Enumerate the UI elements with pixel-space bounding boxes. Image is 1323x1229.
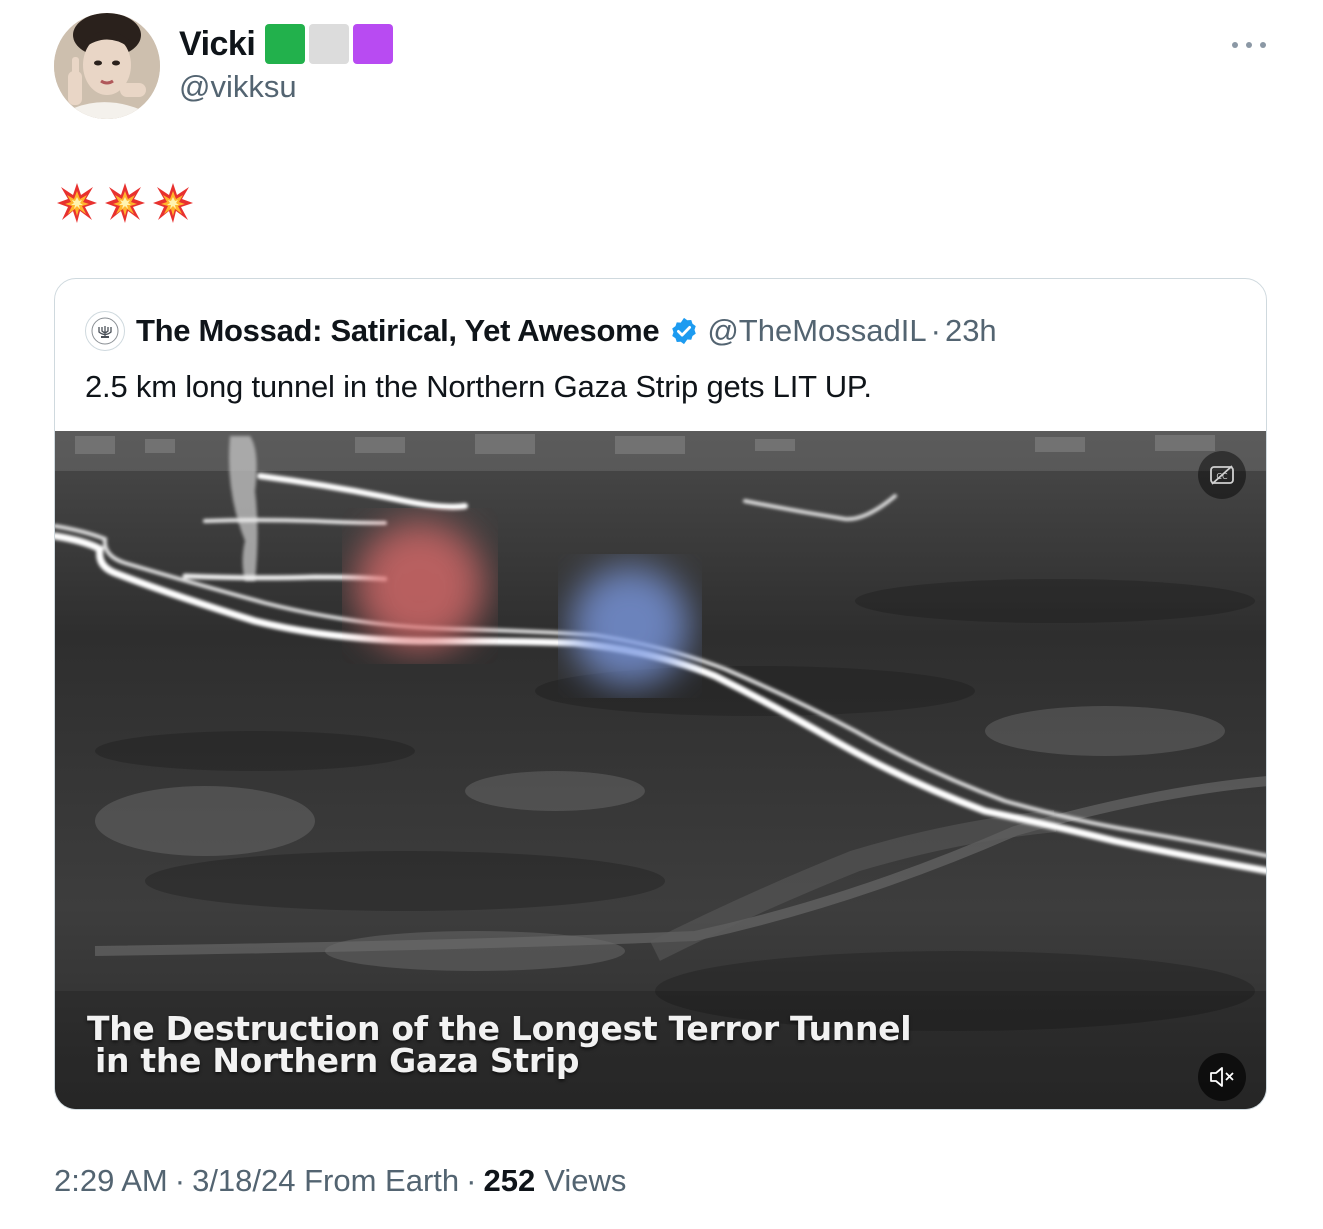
tweet-date-source[interactable]: 3/18/24 From Earth (192, 1163, 459, 1199)
author-handle[interactable]: @vikksu (179, 69, 297, 105)
tweet-text (57, 182, 193, 224)
white-square-icon (309, 24, 350, 64)
volume-muted-icon[interactable] (1198, 1053, 1246, 1101)
author-name-row: Vicki (179, 24, 394, 64)
quoted-tweet-header: The Mossad: Satirical, Yet Awesome @TheM… (85, 309, 997, 353)
quoted-author-avatar[interactable] (85, 311, 125, 351)
video-caption: The Destruction of the Longest Terror Tu… (87, 1012, 912, 1080)
collision-icon (153, 183, 193, 223)
captions-off-icon[interactable]: CC (1198, 451, 1246, 499)
quoted-separator: · (930, 313, 941, 348)
collision-icon (57, 183, 97, 223)
author-display-name[interactable]: Vicki (179, 25, 256, 64)
views-count: 252 (483, 1163, 536, 1198)
more-options-icon[interactable] (1232, 30, 1266, 60)
green-square-icon (265, 24, 306, 64)
quoted-display-name[interactable]: The Mossad: Satirical, Yet Awesome (136, 313, 660, 349)
quoted-tweet-text: 2.5 km long tunnel in the Northern Gaza … (85, 369, 872, 404)
video-caption-line-2: in the Northern Gaza Strip (95, 1041, 580, 1080)
views-label: Views (544, 1163, 627, 1198)
tweet-metadata: 2:29 AM · 3/18/24 From Earth · 252 Views (54, 1163, 626, 1199)
quoted-tweet-card[interactable]: The Mossad: Satirical, Yet Awesome @TheM… (54, 278, 1267, 1110)
video-player[interactable]: The Destruction of the Longest Terror Tu… (55, 431, 1266, 1109)
meta-separator: · (174, 1163, 186, 1198)
purple-square-icon (353, 24, 394, 64)
quoted-handle[interactable]: @TheMossadIL (707, 313, 926, 349)
collision-icon (105, 183, 145, 223)
author-avatar[interactable] (54, 13, 160, 119)
verified-badge-icon (672, 317, 697, 345)
meta-separator: · (466, 1163, 477, 1198)
menorah-emblem-icon (91, 317, 119, 345)
badge-squares (265, 24, 394, 64)
tweet-time[interactable]: 2:29 AM (54, 1163, 168, 1199)
quoted-timestamp[interactable]: 23h (945, 313, 997, 349)
